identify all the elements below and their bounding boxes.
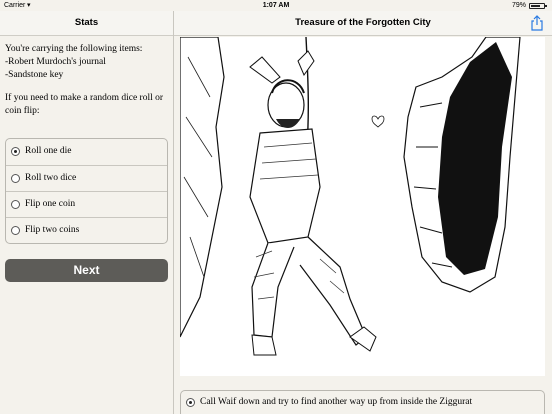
stats-header: Stats xyxy=(0,11,173,36)
battery-icon xyxy=(529,3,547,9)
option-flip-two-coins[interactable]: Flip two coins xyxy=(6,217,167,243)
share-icon[interactable] xyxy=(530,15,544,31)
dice-options: Roll one die Roll two dice Flip one coin… xyxy=(5,138,168,244)
option-roll-one-die[interactable]: Roll one die xyxy=(6,139,167,165)
inventory-text: You're carrying the following items: -Ro… xyxy=(5,43,171,118)
book-title: Treasure of the Forgotten City xyxy=(295,17,431,28)
choice-label: Call Waif down and try to find another w… xyxy=(200,397,473,407)
option-label: Flip two coins xyxy=(25,225,80,235)
stats-pane: You're carrying the following items: -Ro… xyxy=(0,37,173,414)
stats-title: Stats xyxy=(74,17,99,28)
story-choice[interactable]: Call Waif down and try to find another w… xyxy=(180,390,545,414)
inventory-item: -Robert Murdoch's journal xyxy=(5,57,106,67)
story-pane: Call Waif down and try to find another w… xyxy=(174,37,552,414)
inventory-item: -Sandstone key xyxy=(5,70,64,80)
inventory-intro: You're carrying the following items: xyxy=(5,44,143,54)
story-header: Treasure of the Forgotten City xyxy=(174,11,552,36)
story-illustration xyxy=(180,37,545,376)
radio-icon[interactable] xyxy=(11,200,20,209)
next-button[interactable]: Next xyxy=(5,259,168,282)
option-roll-two-dice[interactable]: Roll two dice xyxy=(6,165,167,191)
radio-icon[interactable] xyxy=(11,226,20,235)
clock: 1:07 AM xyxy=(262,2,290,9)
dice-prompt: If you need to make a random dice roll o… xyxy=(5,93,164,116)
radio-icon[interactable] xyxy=(11,174,20,183)
option-label: Roll two dice xyxy=(25,173,77,183)
option-label: Roll one die xyxy=(25,146,72,156)
option-flip-one-coin[interactable]: Flip one coin xyxy=(6,191,167,217)
status-bar: Carrier ▾ 1:07 AM 79% xyxy=(0,0,552,11)
option-label: Flip one coin xyxy=(25,199,76,209)
battery-percent: 79% xyxy=(511,2,526,9)
radio-selected-icon[interactable] xyxy=(186,398,195,407)
radio-selected-icon[interactable] xyxy=(11,147,20,156)
